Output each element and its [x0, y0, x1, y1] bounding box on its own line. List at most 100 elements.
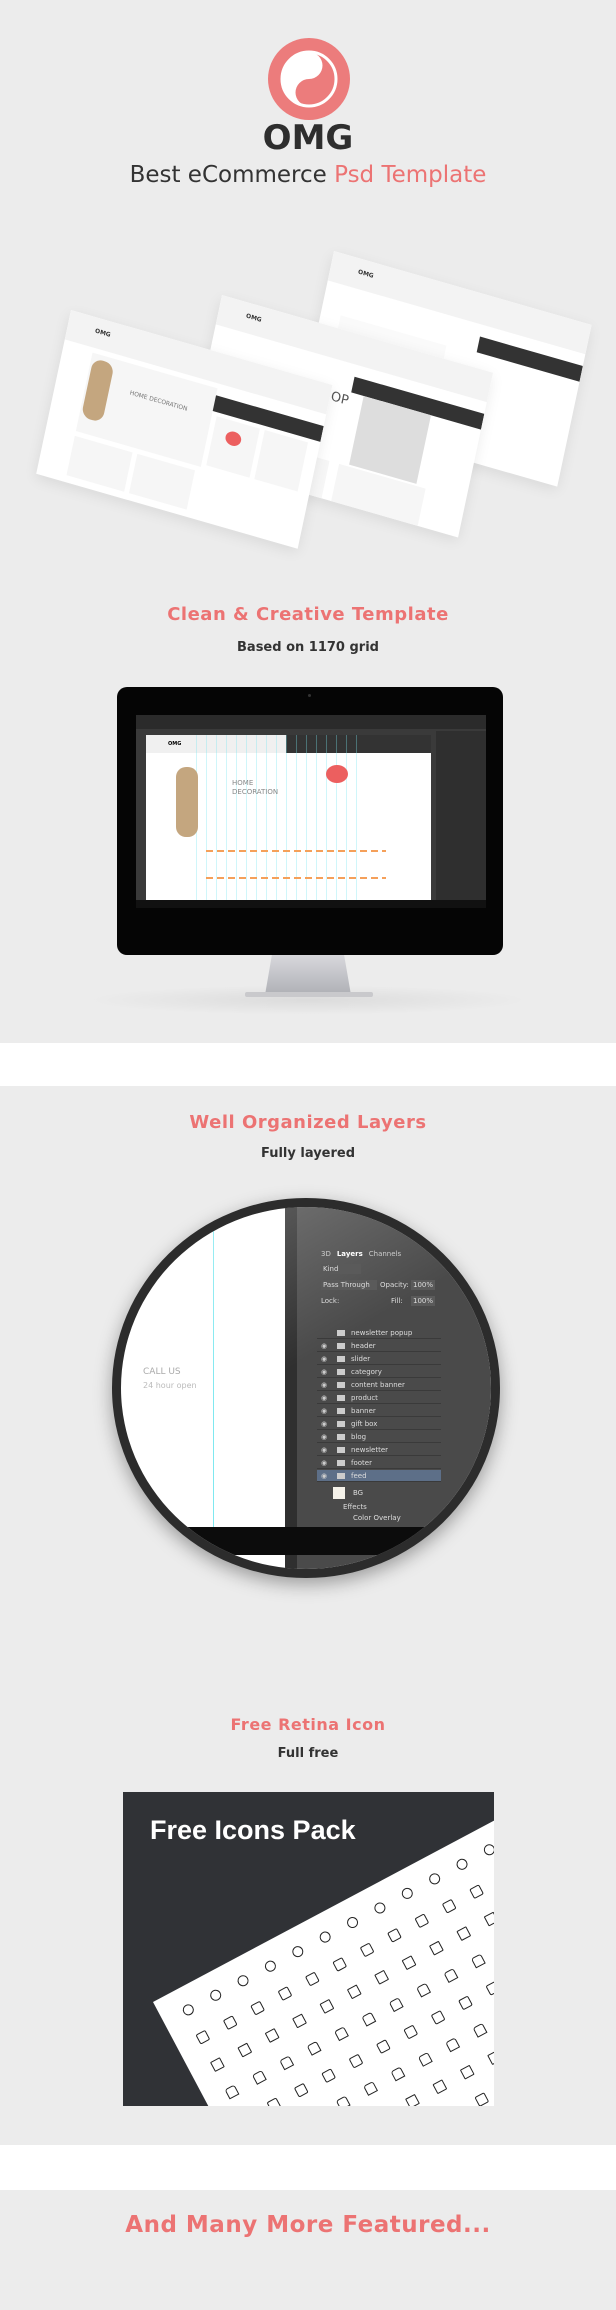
layer-item[interactable]: ◉ newsletter: [317, 1444, 441, 1456]
effects-label: Effects: [343, 1503, 367, 1511]
line-icon: [363, 2081, 379, 2096]
eye-icon[interactable]: ◉: [321, 1431, 327, 1443]
circle-arrow-icon: [208, 1987, 224, 2003]
folder-icon: [337, 1356, 345, 1362]
folder-icon: [337, 1343, 345, 1349]
section-title: And Many More Featured...: [125, 2212, 491, 2238]
eye-icon[interactable]: ◉: [321, 1470, 327, 1482]
tab-channels[interactable]: Channels: [369, 1249, 401, 1259]
line-icon: [432, 2079, 448, 2095]
eye-icon[interactable]: ◉: [321, 1405, 327, 1417]
line-icon: [472, 2022, 488, 2038]
line-icon: [403, 2024, 419, 2040]
icons-pack-preview: Free Icons Pack: [123, 1792, 494, 2106]
line-icon: [293, 2082, 309, 2098]
line-icon: [306, 2040, 322, 2056]
line-icon: [332, 1957, 348, 1972]
eye-icon[interactable]: ◉: [321, 1353, 327, 1365]
line-icon: [250, 2000, 266, 2016]
monitor-stand: [265, 955, 351, 995]
folder-icon: [337, 1460, 345, 1466]
line-icon: [348, 2053, 364, 2069]
blend-mode-select[interactable]: Pass Through: [321, 1280, 377, 1290]
line-icon: [441, 1898, 457, 1914]
line-icon: [487, 2050, 494, 2066]
section-title: Free Retina Icon: [230, 1715, 386, 1734]
layer-item[interactable]: ◉ content banner: [317, 1379, 441, 1391]
eye-icon[interactable]: ◉: [321, 1418, 327, 1430]
line-icon: [428, 1940, 444, 1956]
layer-name: category: [351, 1368, 382, 1376]
tab-3d[interactable]: 3D: [321, 1249, 331, 1259]
circle-arrow-icon: [235, 1973, 251, 1989]
layer-item[interactable]: ◉ product: [317, 1392, 441, 1404]
layer-item[interactable]: ◉ gift box: [317, 1418, 441, 1430]
layer-item[interactable]: ◉ header: [317, 1340, 441, 1352]
circle-arrow-icon: [454, 1856, 470, 1872]
layer-item[interactable]: ◉ feed: [317, 1470, 441, 1482]
section-title: Well Organized Layers: [189, 1112, 427, 1133]
line-icon: [416, 1982, 432, 1998]
eye-icon[interactable]: ◉: [321, 1379, 327, 1391]
line-icon: [222, 2015, 238, 2031]
circle-arrow-icon: [317, 1929, 333, 1945]
layer-name: header: [351, 1342, 376, 1350]
circle-arrow-icon: [290, 1944, 306, 1960]
tagline: Best eCommerce Psd Template: [0, 162, 616, 188]
line-icon: [237, 2042, 253, 2058]
folder-icon: [337, 1408, 345, 1414]
layer-item[interactable]: ◉ banner: [317, 1405, 441, 1417]
eye-icon[interactable]: ◉: [321, 1366, 327, 1378]
layer-item[interactable]: ◉ footer: [317, 1457, 441, 1469]
magnifier-lens: CALL US 24 hour open 3D Layers Channels …: [112, 1198, 500, 1578]
eye-icon[interactable]: ◉: [321, 1457, 327, 1469]
section-subtitle: Fully layered: [260, 1146, 356, 1161]
eye-icon[interactable]: ◉: [321, 1392, 327, 1404]
circle-arrow-icon: [481, 1842, 494, 1858]
line-icon: [304, 1971, 320, 1987]
line-icon: [405, 2093, 420, 2106]
line-icon: [459, 2064, 475, 2080]
filter-select[interactable]: Kind: [321, 1264, 361, 1274]
folder-icon: [337, 1434, 345, 1440]
circle-arrow-icon: [399, 1885, 415, 1901]
line-icon: [474, 2092, 490, 2106]
section-title: Clean & Creative Template: [167, 604, 449, 625]
icons-pack-title: Free Icons Pack: [150, 1815, 356, 1845]
layer-name: slider: [351, 1355, 371, 1363]
line-icon: [335, 2095, 351, 2106]
line-icon: [458, 1995, 473, 2011]
hero-section: OMG Best eCommerce Psd Template OMG OMG …: [0, 0, 616, 572]
layer-item[interactable]: ◉ category: [317, 1366, 441, 1378]
line-icon: [279, 2055, 295, 2071]
monitor-mockup: OMG HOME DECORATION: [117, 687, 503, 955]
line-icon: [375, 2039, 391, 2054]
canvas-text: 24 hour open: [143, 1381, 197, 1390]
layer-name: gift box: [351, 1420, 378, 1428]
layer-item[interactable]: ◉ blog: [317, 1431, 441, 1443]
line-icon: [445, 2037, 461, 2053]
bg-layer[interactable]: BG: [353, 1488, 363, 1498]
line-icon: [430, 2010, 446, 2025]
eye-icon[interactable]: ◉: [321, 1444, 327, 1456]
layer-item[interactable]: newsletter popup: [317, 1327, 441, 1339]
line-icon: [469, 1884, 485, 1900]
line-icon: [387, 1927, 402, 1943]
opacity-input[interactable]: 100%: [411, 1280, 435, 1290]
tagline-dark: Best eCommerce: [129, 162, 327, 188]
fill-input[interactable]: 100%: [411, 1296, 435, 1306]
layer-name: feed: [351, 1472, 367, 1480]
tab-layers[interactable]: Layers: [337, 1249, 363, 1259]
eye-icon[interactable]: ◉: [321, 1340, 327, 1352]
folder-icon: [337, 1330, 345, 1336]
monitor-base: [245, 992, 373, 997]
line-icon: [277, 1986, 293, 2001]
folder-icon: [337, 1421, 345, 1427]
line-icon: [374, 1969, 390, 1985]
layer-item[interactable]: ◉ slider: [317, 1353, 441, 1365]
section-subtitle: Based on 1170 grid: [237, 640, 379, 655]
layer-name: newsletter popup: [351, 1329, 413, 1337]
line-icon: [346, 1984, 362, 2000]
color-overlay-label: Color Overlay: [353, 1514, 401, 1522]
line-icon: [361, 2011, 377, 2027]
